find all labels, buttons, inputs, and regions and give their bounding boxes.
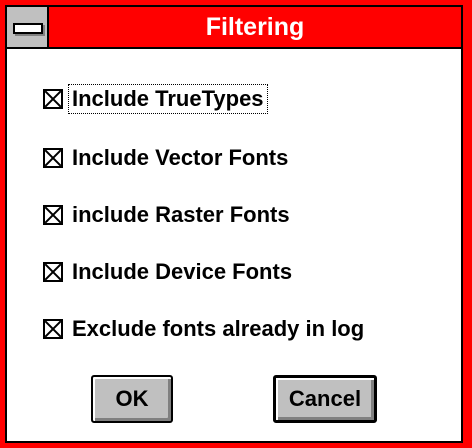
include-raster-fonts-checkbox[interactable]: include Raster Fonts xyxy=(43,199,293,231)
exclude-fonts-in-log-label: Exclude fonts already in log xyxy=(72,316,365,341)
include-vector-fonts-label: Include Vector Fonts xyxy=(72,145,289,170)
window-title: Filtering xyxy=(205,13,305,41)
dialog-client-area: Filtering Include TrueTypes Include Vect… xyxy=(5,5,463,443)
checkbox-checked-icon[interactable] xyxy=(43,319,63,339)
include-truetypes-label: Include TrueTypes xyxy=(68,84,268,114)
exclude-fonts-in-log-checkbox[interactable]: Exclude fonts already in log xyxy=(43,313,367,345)
checkbox-checked-icon[interactable] xyxy=(43,89,63,109)
system-menu-icon xyxy=(13,23,43,34)
checkbox-checked-icon[interactable] xyxy=(43,148,63,168)
system-menu-button[interactable] xyxy=(7,7,49,47)
include-vector-fonts-checkbox[interactable]: Include Vector Fonts xyxy=(43,142,291,174)
title-bar[interactable]: Filtering xyxy=(7,7,461,49)
ok-button[interactable]: OK xyxy=(91,375,173,423)
include-device-fonts-checkbox[interactable]: Include Device Fonts xyxy=(43,256,295,288)
filtering-dialog: Filtering Include TrueTypes Include Vect… xyxy=(0,0,472,448)
include-device-fonts-label: Include Device Fonts xyxy=(72,259,293,284)
cancel-button[interactable]: Cancel xyxy=(273,375,377,423)
include-raster-fonts-label: include Raster Fonts xyxy=(72,202,290,227)
include-truetypes-checkbox[interactable]: Include TrueTypes xyxy=(43,83,268,115)
checkbox-checked-icon[interactable] xyxy=(43,205,63,225)
checkbox-checked-icon[interactable] xyxy=(43,262,63,282)
